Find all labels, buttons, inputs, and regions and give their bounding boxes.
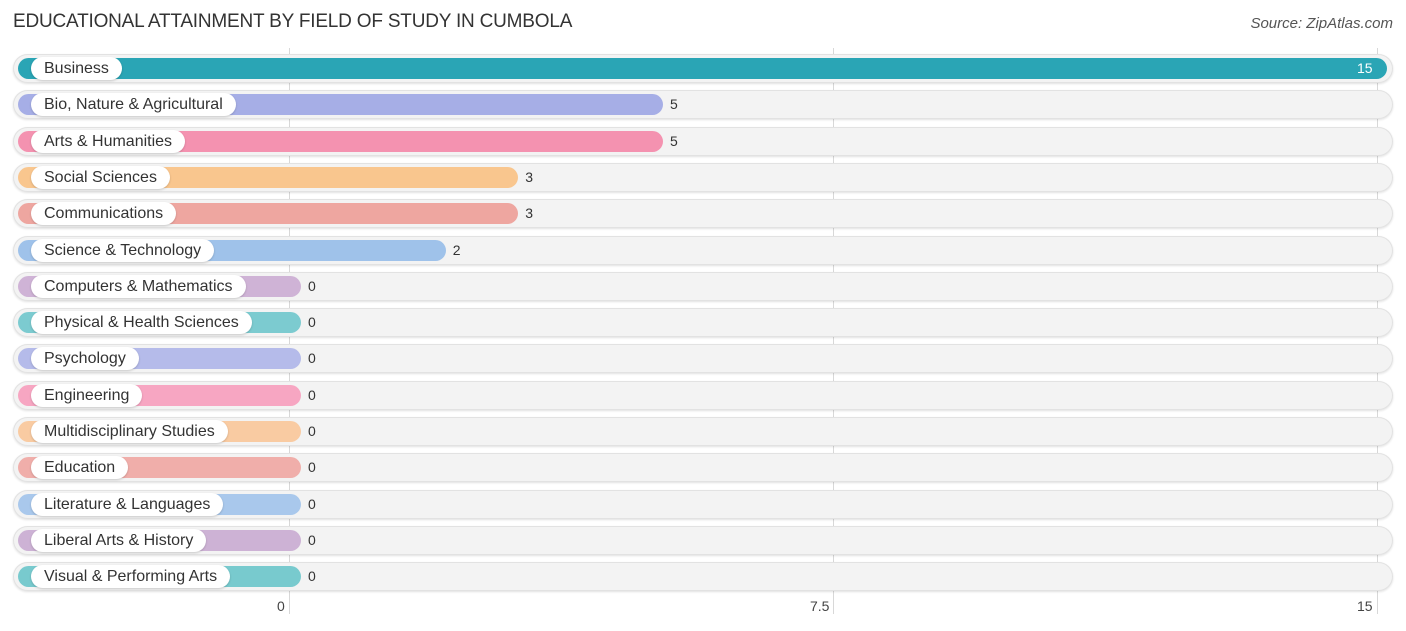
- category-label: Business: [31, 57, 122, 80]
- value-label: 3: [525, 205, 533, 222]
- bar-row: Science & Technology 2: [13, 235, 1393, 265]
- category-label: Liberal Arts & History: [31, 528, 207, 552]
- value-label: 0: [308, 568, 316, 585]
- bar-row: Literature & Languages 0: [13, 489, 1393, 519]
- value-label: 0: [308, 459, 316, 476]
- category-label: Communications: [31, 202, 177, 226]
- category-label: Arts & Humanities: [31, 129, 186, 153]
- category-label: Engineering: [31, 383, 143, 407]
- category-label: Psychology: [31, 347, 139, 371]
- value-label: 5: [670, 96, 678, 113]
- bar-row: Bio, Nature & Agricultural 5: [13, 90, 1393, 120]
- source-credit: Source: ZipAtlas.com: [1250, 15, 1393, 32]
- value-label: 0: [308, 531, 316, 548]
- value-label: 0: [308, 386, 316, 403]
- value-label: 3: [525, 168, 533, 185]
- category-label: Science & Technology: [31, 238, 215, 262]
- value-label: 0: [308, 277, 316, 294]
- bar-row: Visual & Performing Arts 0: [13, 562, 1393, 592]
- x-tick-label: 7.5: [810, 598, 830, 614]
- value-label: 2: [452, 241, 461, 258]
- bar-row: Psychology 0: [13, 344, 1393, 374]
- category-label: Computers & Mathematics: [31, 274, 246, 298]
- bar-row: Communications 3: [13, 199, 1393, 229]
- bar-row: Social Sciences 3: [13, 162, 1393, 192]
- value-label: 0: [308, 350, 316, 367]
- x-tick-label: 0: [277, 598, 285, 614]
- category-label: Visual & Performing Arts: [31, 565, 231, 589]
- bar-row: Arts & Humanities 5: [13, 126, 1393, 156]
- bar: [18, 58, 1387, 79]
- value-label: 0: [308, 314, 316, 331]
- chart-title: EDUCATIONAL ATTAINMENT BY FIELD OF STUDY…: [13, 11, 573, 32]
- category-label: Literature & Languages: [31, 492, 224, 516]
- bar-row: Liberal Arts & History 0: [13, 525, 1393, 555]
- category-label: Physical & Health Sciences: [31, 311, 252, 335]
- value-label: 0: [308, 495, 316, 512]
- value-label: 5: [670, 132, 678, 149]
- category-label: Multidisciplinary Studies: [31, 420, 228, 443]
- bar-row: Business 15: [13, 54, 1393, 83]
- category-label: Education: [31, 456, 129, 480]
- value-label: 0: [308, 423, 316, 439]
- value-label: 15: [1357, 60, 1373, 76]
- category-label: Bio, Nature & Agricultural: [31, 93, 236, 117]
- x-tick-label: 15: [1357, 598, 1373, 614]
- bar-row: Education 0: [13, 453, 1393, 483]
- bar-row: Computers & Mathematics 0: [13, 271, 1393, 301]
- bar-row: Physical & Health Sciences 0: [13, 308, 1393, 338]
- bar-row: Engineering 0: [13, 380, 1393, 410]
- category-label: Social Sciences: [31, 165, 170, 189]
- bar-row: Multidisciplinary Studies 0: [13, 417, 1393, 446]
